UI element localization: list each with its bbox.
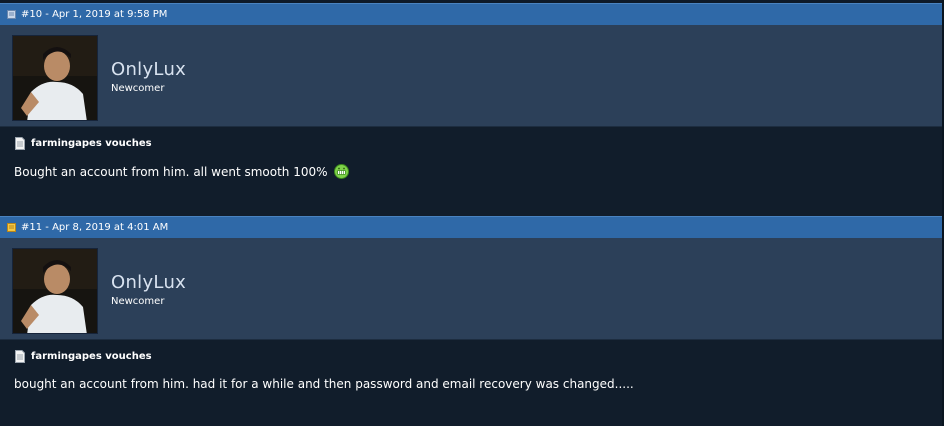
post-content: Bought an account from him. all went smo… — [14, 164, 349, 179]
post-header: #11 - Apr 8, 2019 at 4:01 AM — [0, 216, 944, 238]
document-icon — [14, 137, 26, 150]
post-title-text: farmingapes vouches — [31, 351, 152, 362]
username[interactable]: OnlyLux — [111, 272, 186, 293]
post-read-icon[interactable] — [7, 10, 16, 19]
grin-smiley-icon — [333, 164, 349, 179]
post-permalink[interactable]: #10 - Apr 1, 2019 at 9:58 PM — [21, 9, 167, 20]
user-title: Newcomer — [111, 83, 165, 94]
avatar[interactable] — [12, 35, 98, 121]
post-body: farmingapes vouches Bought an account fr… — [0, 127, 944, 216]
user-profile-bar: OnlyLux Newcomer — [0, 238, 944, 340]
document-icon — [14, 350, 26, 363]
avatar[interactable] — [12, 248, 98, 334]
post-unread-icon[interactable] — [7, 223, 16, 232]
post-title: farmingapes vouches — [14, 137, 152, 150]
post-content: bought an account from him. had it for a… — [14, 377, 634, 391]
post-10: #10 - Apr 1, 2019 at 9:58 PM OnlyLux New… — [0, 3, 944, 216]
post-title: farmingapes vouches — [14, 350, 152, 363]
post-content-text: Bought an account from him. all went smo… — [14, 164, 328, 179]
post-header: #10 - Apr 1, 2019 at 9:58 PM — [0, 3, 944, 25]
post-permalink[interactable]: #11 - Apr 8, 2019 at 4:01 AM — [21, 222, 168, 233]
user-title: Newcomer — [111, 296, 165, 307]
post-title-text: farmingapes vouches — [31, 138, 152, 149]
username[interactable]: OnlyLux — [111, 59, 186, 80]
post-11: #11 - Apr 8, 2019 at 4:01 AM OnlyLux New… — [0, 216, 944, 426]
user-profile-bar: OnlyLux Newcomer — [0, 25, 944, 127]
post-content-text: bought an account from him. had it for a… — [14, 377, 634, 391]
post-body: farmingapes vouches bought an account fr… — [0, 340, 944, 426]
